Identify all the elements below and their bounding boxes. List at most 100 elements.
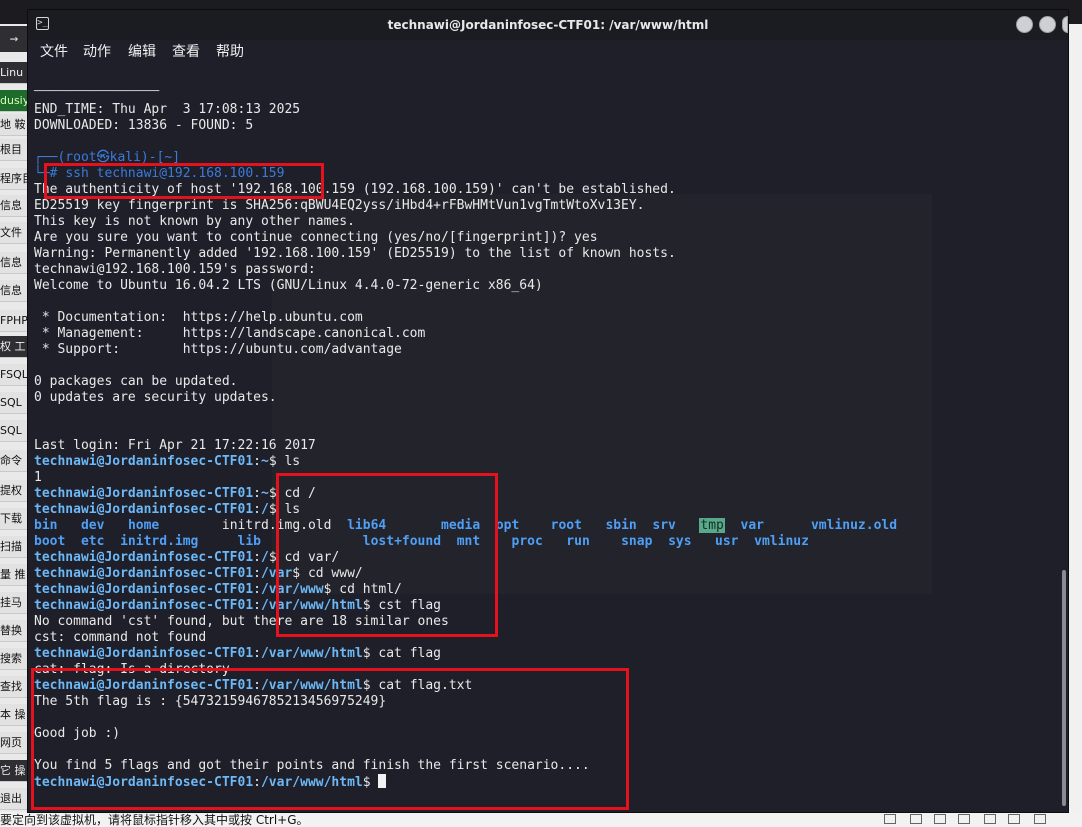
dir-entry: opt bbox=[495, 518, 520, 533]
kali-prompt-line: ┌──(root㉿kali)-[~] bbox=[34, 150, 180, 166]
prompt-path: /var/www bbox=[260, 582, 324, 597]
prompt-user-host: technawi@Jordaninfosec-CTF01 bbox=[34, 502, 254, 517]
background-sidebar-item: 量 推 bbox=[0, 564, 28, 586]
ssh-command: ssh technawi@192.168.100.159 bbox=[65, 166, 285, 181]
prompt-user-host: technawi@Jordaninfosec-CTF01 bbox=[34, 646, 254, 661]
output-line: Last login: Fri Apr 21 17:22:16 2017 bbox=[34, 438, 316, 453]
shell-prompt-line: technawi@Jordaninfosec-CTF01:/$ cd var/ bbox=[34, 550, 340, 565]
menu-view[interactable]: 查看 bbox=[172, 41, 200, 63]
shell-prompt-line[interactable]: technawi@Jordaninfosec-CTF01:/var/www/ht… bbox=[34, 774, 387, 790]
vm-status-text: 要定向到该虚拟机，请将鼠标指针移入其中或按 Ctrl+G。 bbox=[0, 813, 309, 827]
vm-device-icon[interactable] bbox=[958, 814, 970, 824]
menu-edit[interactable]: 编辑 bbox=[128, 41, 156, 63]
background-sidebar-item: 它 操 bbox=[0, 760, 28, 782]
window-title: technawi@Jordaninfosec-CTF01: /var/www/h… bbox=[387, 18, 709, 32]
scrollbar-thumb[interactable] bbox=[1062, 570, 1066, 806]
background-sidebar-item: 退出 bbox=[0, 788, 28, 810]
background-tool-sidebar: → Linu dusiy 地 鞍 根目 程序目 信息 文件 信息 信息 FPHP… bbox=[0, 24, 28, 827]
prompt-user-host: technawi@Jordaninfosec-CTF01 bbox=[34, 454, 254, 469]
shell-prompt-line: technawi@Jordaninfosec-CTF01:/var/www/ht… bbox=[34, 598, 442, 613]
background-sidebar-item: 查找 bbox=[0, 676, 28, 698]
terminal-titlebar[interactable]: >_ technawi@Jordaninfosec-CTF01: /var/ww… bbox=[28, 10, 1068, 40]
prompt-user-host: technawi@Jordaninfosec-CTF01 bbox=[34, 598, 254, 613]
dir-entry: lib64 bbox=[347, 518, 387, 533]
text-cursor bbox=[378, 774, 387, 788]
menu-actions[interactable]: 动作 bbox=[83, 41, 111, 63]
shell-prompt-line: technawi@Jordaninfosec-CTF01:~$ ls bbox=[34, 454, 301, 469]
vm-status-bar: 要定向到该虚拟机，请将鼠标指针移入其中或按 Ctrl+G。 bbox=[0, 812, 1082, 827]
dir-entry: media bbox=[441, 518, 481, 533]
prompt-user-host: technawi@Jordaninfosec-CTF01 bbox=[34, 582, 254, 597]
background-sidebar-item: 挂马 bbox=[0, 592, 28, 614]
prompt-user-host: technawi@Jordaninfosec-CTF01 bbox=[34, 775, 254, 790]
menu-file[interactable]: 文件 bbox=[40, 41, 68, 63]
command-text: cat flag.txt bbox=[378, 678, 473, 693]
background-forward-arrow-icon: → bbox=[0, 26, 28, 52]
output-line: * Documentation: https://help.ubuntu.com bbox=[34, 310, 363, 325]
prompt-path: ~ bbox=[260, 486, 269, 501]
menu-help[interactable]: 帮助 bbox=[216, 41, 244, 63]
vm-device-icon[interactable] bbox=[934, 814, 946, 824]
output-line: 0 updates are security updates. bbox=[34, 390, 277, 405]
background-sidebar-item: 扫描 bbox=[0, 536, 28, 558]
background-sidebar-item: FSQL bbox=[0, 364, 28, 386]
background-sidebar-item: 文件 bbox=[0, 222, 28, 244]
dir-entry: vmlinuz.old bbox=[810, 518, 898, 533]
terminal-output[interactable]: ──────────────── END_TIME: Thu Apr 3 17:… bbox=[28, 64, 1068, 812]
output-line: This key is not known by any other names… bbox=[34, 214, 355, 229]
menu-bar: 文件 动作 编辑 查看 帮助 bbox=[28, 40, 1068, 64]
dir-entry: mnt bbox=[456, 534, 481, 549]
command-text: cat flag bbox=[378, 646, 442, 661]
dir-entry: lost+found bbox=[362, 534, 442, 549]
prompt-path: /var/www/html bbox=[260, 646, 363, 661]
terminal-window[interactable]: >_ technawi@Jordaninfosec-CTF01: /var/ww… bbox=[28, 10, 1068, 812]
background-sidebar-item: 根目 bbox=[0, 139, 28, 161]
background-sidebar-item: 信息 bbox=[0, 195, 28, 217]
shell-prompt-line: technawi@Jordaninfosec-CTF01:/var/www$ c… bbox=[34, 582, 402, 597]
background-sidebar-item: 地 鞍 bbox=[0, 114, 28, 136]
dir-entry: etc bbox=[80, 534, 105, 549]
vm-device-icon[interactable] bbox=[884, 814, 896, 824]
dir-entry: home bbox=[127, 518, 160, 533]
background-sidebar-item: dusiy bbox=[0, 90, 28, 112]
output-line: technawi@192.168.100.159's password: bbox=[34, 262, 316, 277]
vm-device-icon[interactable] bbox=[984, 814, 996, 824]
prompt-path: /var/www/html bbox=[260, 678, 363, 693]
maximize-button[interactable] bbox=[1039, 16, 1056, 33]
output-line: * Support: https://ubuntu.com/advantage bbox=[34, 342, 402, 357]
prompt-path: / bbox=[260, 502, 269, 517]
vm-device-icon[interactable] bbox=[910, 814, 922, 824]
dir-entry: lib bbox=[237, 534, 262, 549]
command-text: ls bbox=[284, 454, 301, 469]
dir-entry: bin bbox=[34, 518, 58, 533]
background-sidebar-item: 提权 bbox=[0, 480, 28, 502]
prompt-user-host: technawi@Jordaninfosec-CTF01 bbox=[34, 678, 254, 693]
output-line: END_TIME: Thu Apr 3 17:08:13 2025 bbox=[34, 102, 301, 117]
command-text: cst flag bbox=[378, 598, 442, 613]
output-line: DOWNLOADED: 13836 - FOUND: 5 bbox=[34, 118, 254, 133]
dir-entry: dev bbox=[80, 518, 105, 533]
shell-prompt-line: technawi@Jordaninfosec-CTF01:/var/www/ht… bbox=[34, 678, 473, 693]
vm-device-icon[interactable] bbox=[1034, 814, 1046, 824]
background-sidebar-item: Linu bbox=[0, 62, 28, 84]
command-text: cd html/ bbox=[339, 582, 402, 597]
minimize-button[interactable] bbox=[1016, 16, 1033, 33]
output-separator: ──────────────── bbox=[34, 84, 160, 99]
shell-prompt-line: technawi@Jordaninfosec-CTF01:/$ ls bbox=[34, 502, 301, 517]
vm-device-icon[interactable] bbox=[1008, 814, 1020, 824]
prompt-user-host: technawi@Jordaninfosec-CTF01 bbox=[34, 486, 254, 501]
prompt-path: /var/www/html bbox=[260, 775, 363, 790]
command-text: cd www/ bbox=[307, 566, 363, 581]
background-sidebar-item: 权 工 bbox=[0, 336, 28, 358]
background-sidebar-item: SQL bbox=[0, 420, 28, 442]
ls-output-row: boot etc initrd.img lib lost+found mnt p… bbox=[34, 534, 809, 550]
output-line: You find 5 flags and got their points an… bbox=[34, 758, 590, 773]
terminal-scrollbar[interactable] bbox=[1060, 64, 1068, 812]
prompt-user-host: technawi@Jordaninfosec-CTF01 bbox=[34, 566, 254, 581]
dir-entry: proc bbox=[511, 534, 543, 549]
dir-entry: sbin bbox=[605, 518, 637, 533]
output-line: ED25519 key fingerprint is SHA256:qBWU4E… bbox=[34, 198, 645, 213]
ls-output-row: bin dev home initrd.img.old lib64 media … bbox=[34, 518, 897, 534]
close-button[interactable] bbox=[1062, 16, 1068, 33]
output-line: No command 'cst' found, but there are 18… bbox=[34, 614, 449, 629]
